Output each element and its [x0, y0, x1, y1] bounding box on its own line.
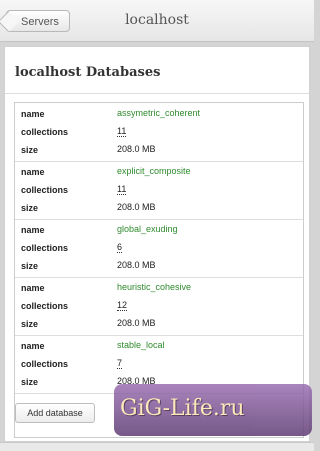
collections-count[interactable]: 6 [117, 242, 123, 253]
database-name-link[interactable]: global_exuding [117, 224, 178, 234]
add-database-button[interactable]: Add database [15, 403, 95, 423]
collections-count[interactable]: 11 [117, 126, 127, 137]
database-name-link[interactable]: explicit_composite [117, 166, 191, 176]
page-title: localhost [125, 12, 189, 28]
collections-label: collections [21, 185, 69, 195]
database-row: name global_exuding collections 6 size 2… [15, 219, 303, 278]
navigation-bar: Servers localhost [0, 0, 314, 42]
database-row: name explicit_composite collections 11 s… [15, 161, 303, 220]
name-label: name [21, 283, 45, 293]
collections-label: collections [21, 359, 69, 369]
collections-count[interactable]: 12 [117, 300, 128, 311]
size-label: size [21, 203, 39, 213]
heading-divider [5, 93, 309, 94]
watermark-text: GiG-Life.ru [120, 396, 245, 421]
collections-label: collections [21, 301, 69, 311]
database-row: name assymetric_coherent collections 11 … [15, 103, 303, 162]
collections-count[interactable]: 7 [117, 358, 123, 369]
database-size: 208.0 MB [117, 144, 156, 154]
name-label: name [21, 225, 45, 235]
collections-label: collections [21, 127, 69, 137]
name-label: name [21, 167, 45, 177]
database-size: 208.0 MB [117, 202, 156, 212]
size-label: size [21, 377, 39, 387]
database-name-link[interactable]: stable_local [117, 340, 165, 350]
databases-panel: localhost Databases name assymetric_cohe… [4, 46, 310, 442]
size-label: size [21, 261, 39, 271]
collections-count[interactable]: 11 [117, 184, 127, 195]
database-name-link[interactable]: heuristic_cohesive [117, 282, 191, 292]
size-label: size [21, 145, 39, 155]
database-size: 208.0 MB [117, 260, 156, 270]
databases-heading: localhost Databases [15, 65, 161, 80]
database-size: 208.0 MB [117, 318, 156, 328]
watermark-logo: GiG-Life.ru [114, 384, 312, 436]
database-row: name heuristic_cohesive collections 12 s… [15, 277, 303, 336]
size-label: size [21, 319, 39, 329]
name-label: name [21, 109, 45, 119]
database-name-link[interactable]: assymetric_coherent [117, 108, 200, 118]
collections-label: collections [21, 243, 69, 253]
name-label: name [21, 341, 45, 351]
